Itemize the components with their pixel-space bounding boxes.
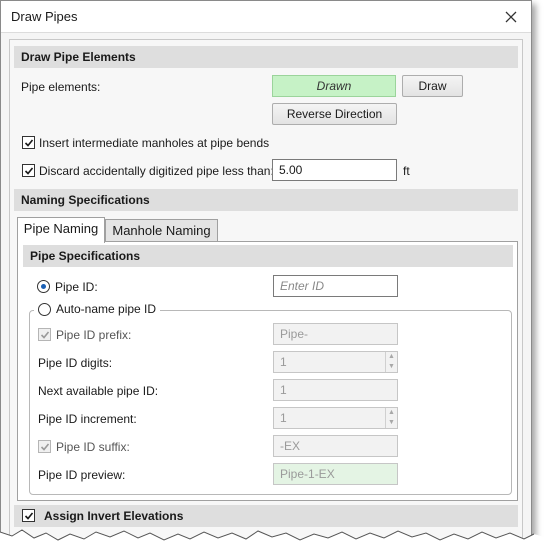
next-pipe-id-label: Next available pipe ID:: [38, 384, 159, 398]
pipe-id-digits-spinner[interactable]: ▲ ▼: [385, 352, 397, 372]
pipe-id-increment-input[interactable]: 1 ▲ ▼: [273, 407, 398, 429]
discard-pipe-checkbox[interactable]: [22, 164, 35, 177]
spin-up-icon[interactable]: ▲: [386, 408, 397, 418]
pipe-id-increment-value: 1: [280, 411, 287, 425]
pipe-specifications-header: Pipe Specifications: [23, 245, 513, 267]
spin-down-icon[interactable]: ▼: [386, 418, 397, 428]
auto-name-radio[interactable]: [38, 302, 51, 316]
insert-manholes-checkbox[interactable]: [22, 136, 35, 149]
dialog-body: Draw Pipe Elements Pipe elements: Drawn …: [9, 39, 523, 547]
pipe-id-preview-field: Pipe-1-EX: [273, 463, 398, 485]
discard-pipe-label: Discard accidentally digitized pipe less…: [39, 164, 274, 178]
checkmark-icon: [24, 167, 34, 175]
auto-name-legend: Auto-name pipe ID: [34, 300, 161, 318]
tab-manhole-naming[interactable]: Manhole Naming: [105, 219, 218, 243]
pipe-id-prefix-label: Pipe ID prefix:: [56, 328, 132, 342]
pipe-id-suffix-label: Pipe ID suffix:: [56, 440, 130, 454]
discard-unit-label: ft: [403, 164, 410, 178]
close-icon: [505, 11, 517, 23]
pipe-naming-panel: Pipe Specifications Pipe ID: Enter ID Au…: [17, 241, 518, 501]
window-title: Draw Pipes: [11, 9, 78, 24]
assign-invert-elevations-label: Assign Invert Elevations: [44, 509, 184, 523]
pipe-id-label: Pipe ID:: [55, 280, 98, 294]
next-pipe-id-field: 1: [273, 379, 398, 401]
pipe-elements-label: Pipe elements:: [21, 80, 101, 94]
pipe-id-prefix-input[interactable]: Pipe-: [273, 323, 398, 345]
pipe-id-preview-label: Pipe ID preview:: [38, 468, 126, 482]
pipe-id-digits-value: 1: [280, 355, 287, 369]
draw-button[interactable]: Draw: [402, 75, 463, 97]
insert-manholes-label: Insert intermediate manholes at pipe ben…: [39, 136, 270, 150]
checkmark-icon: [40, 331, 50, 339]
auto-name-label: Auto-name pipe ID: [56, 302, 157, 316]
discard-length-input[interactable]: 5.00: [272, 159, 397, 181]
draw-pipe-elements-header: Draw Pipe Elements: [14, 46, 518, 68]
pipe-id-increment-spinner[interactable]: ▲ ▼: [385, 408, 397, 428]
checkmark-icon: [40, 443, 50, 451]
checkmark-icon: [24, 139, 34, 147]
pipe-elements-status: Drawn: [272, 75, 396, 97]
reverse-direction-button[interactable]: Reverse Direction: [272, 103, 397, 125]
checkmark-icon: [24, 512, 34, 520]
pipe-id-suffix-checkbox[interactable]: [38, 440, 51, 453]
spin-down-icon[interactable]: ▼: [386, 362, 397, 372]
draw-pipes-dialog: Draw Pipes Draw Pipe Elements Pipe eleme…: [0, 0, 532, 548]
pipe-id-input[interactable]: Enter ID: [273, 275, 398, 297]
pipe-id-increment-label: Pipe ID increment:: [38, 412, 137, 426]
pipe-id-prefix-checkbox[interactable]: [38, 328, 51, 341]
tab-pipe-naming[interactable]: Pipe Naming: [17, 217, 105, 243]
close-button[interactable]: [499, 5, 523, 29]
pipe-id-suffix-input[interactable]: -EX: [273, 435, 398, 457]
torn-edge-decoration: [0, 529, 544, 557]
pipe-id-digits-input[interactable]: 1 ▲ ▼: [273, 351, 398, 373]
title-bar: Draw Pipes: [1, 1, 531, 33]
pipe-id-digits-label: Pipe ID digits:: [38, 356, 113, 370]
assign-invert-elevations-checkbox[interactable]: [22, 509, 35, 522]
spin-up-icon[interactable]: ▲: [386, 352, 397, 362]
naming-specifications-header: Naming Specifications: [14, 189, 518, 211]
pipe-id-radio[interactable]: [37, 280, 50, 293]
